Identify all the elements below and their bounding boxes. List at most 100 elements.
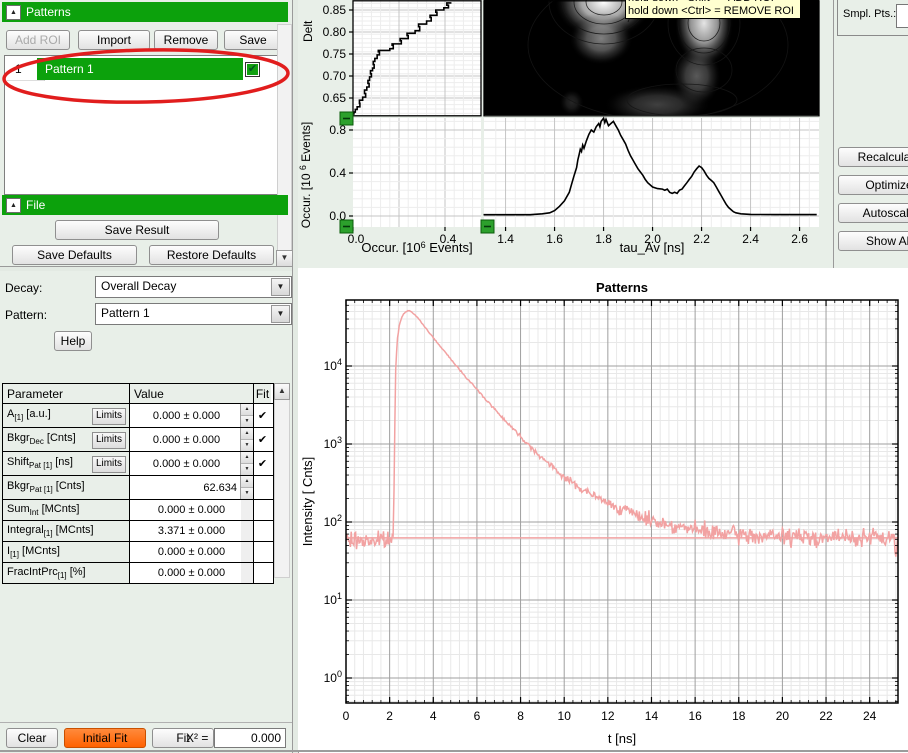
chevron-down-icon[interactable]: ▼	[271, 278, 290, 296]
pattern-combobox[interactable]: Pattern 1 ▼	[95, 303, 292, 325]
fit-checkbox[interactable]: ✔	[254, 452, 271, 475]
right-control-panel: Smpl. Pts.: Recalculate Optimize Autoscale…	[833, 0, 908, 268]
restore-defaults-button[interactable]: Restore Defaults	[149, 245, 274, 265]
decay-combobox-value: Overall Decay	[101, 279, 176, 293]
scroll-up-icon[interactable]: ▲	[274, 383, 290, 400]
recalculate-button[interactable]: Recalculate	[838, 147, 908, 167]
save-result-button[interactable]: Save Result	[55, 220, 219, 240]
smpl-pts-groupbox: Smpl. Pts.:	[837, 0, 908, 36]
pattern-row-name[interactable]: Pattern 1	[37, 58, 243, 80]
add-roi-button[interactable]: Add ROI	[6, 30, 70, 50]
x-tick-label: 24	[863, 709, 877, 723]
fit-checkbox[interactable]	[254, 500, 271, 520]
show-all-button[interactable]: Show All	[838, 231, 908, 251]
patterns-section-header[interactable]: ▲ Patterns	[2, 2, 288, 22]
decay-chart-svg[interactable]: 024681012141618202224104103102101100Patt…	[298, 268, 908, 751]
scroll-down-icon[interactable]: ▼	[276, 250, 293, 267]
delta-tick-label: 0.65	[323, 91, 347, 105]
param-value[interactable]: 0.000 ± 0.000	[130, 500, 254, 520]
collapse-up-icon[interactable]: ▲	[6, 198, 21, 213]
param-value[interactable]: 0.000 ± 0.000▲▼	[130, 428, 254, 451]
table-header-parameter: Parameter	[3, 384, 130, 403]
divider	[0, 722, 292, 723]
smpl-pts-input[interactable]	[896, 4, 908, 28]
range-handle[interactable]	[340, 220, 353, 233]
param-row-4: SumInt [MCnts]0.000 ± 0.000	[3, 499, 273, 520]
range-handle[interactable]	[340, 112, 353, 125]
param-value[interactable]: 62.634▲▼	[130, 476, 254, 499]
limits-button[interactable]: Limits	[92, 456, 126, 473]
smpl-pts-label: Smpl. Pts.:	[843, 8, 896, 20]
table-scrollbar[interactable]	[274, 383, 290, 578]
y-tick-label: 103	[324, 435, 342, 451]
help-button[interactable]: Help	[54, 331, 92, 351]
decay-combobox[interactable]: Overall Decay ▼	[95, 276, 292, 298]
delta-tick-label: 0.80	[323, 25, 347, 39]
fit-checkbox[interactable]	[254, 476, 271, 499]
param-name: A[1] [a.u.]Limits	[3, 404, 130, 427]
optimize-button[interactable]: Optimize	[838, 175, 908, 195]
save-defaults-button[interactable]: Save Defaults	[12, 245, 137, 265]
tau-tick-label: 1.8	[595, 232, 612, 246]
param-row-1: BkgrDec [Cnts]Limits0.000 ± 0.000▲▼✔	[3, 427, 273, 451]
pattern-label: Pattern:	[5, 308, 47, 322]
x-tick-label: 10	[558, 709, 572, 723]
tau-tick-label: 1.6	[546, 232, 563, 246]
pattern-combobox-value: Pattern 1	[101, 306, 150, 320]
clear-button[interactable]: Clear	[6, 728, 58, 748]
corner-plot-svg[interactable]: 0.850.800.750.700.650.80.40.00.00.41.41.…	[298, 0, 833, 268]
param-row-6: I[1] [MCnts]0.000 ± 0.000	[3, 541, 273, 562]
pattern-list-row[interactable]: 1 Pattern 1 ✔	[5, 58, 278, 81]
tooltip-line-2: hold down <Ctrl> = REMOVE ROI	[628, 5, 798, 18]
limits-button[interactable]: Limits	[92, 408, 126, 425]
param-name: ShiftPat [1] [ns]Limits	[3, 452, 130, 475]
tau-delta-corner-plots: 0.850.800.750.700.650.80.40.00.00.41.41.…	[298, 0, 833, 268]
x-tick-label: 20	[776, 709, 790, 723]
param-name: I[1] [MCnts]	[3, 542, 130, 562]
value-spinner[interactable]: ▲▼	[240, 428, 253, 451]
param-value[interactable]: 3.371 ± 0.000	[130, 521, 254, 541]
parameter-table: ParameterValueFitA[1] [a.u.]Limits0.000 …	[2, 383, 274, 584]
param-row-7: FracIntPrc[1] [%]0.000 ± 0.000	[3, 562, 273, 583]
tau-tick-label: 2.2	[693, 232, 710, 246]
tau-axis-title: tau_Av [ns]	[620, 240, 685, 255]
y-axis-label: Intensity [ Cnts]	[300, 457, 315, 547]
initial-fit-button[interactable]: Initial Fit	[64, 728, 146, 748]
limits-button[interactable]: Limits	[92, 432, 126, 449]
fit-controls-panel: Decay: Overall Decay ▼ Pattern: Pattern …	[0, 271, 292, 753]
range-handle[interactable]	[481, 220, 494, 233]
param-value[interactable]: 0.000 ± 0.000▲▼	[130, 452, 254, 475]
table-header-value: Value	[130, 384, 254, 403]
autoscale-button[interactable]: Autoscale	[838, 203, 908, 223]
fit-checkbox[interactable]	[254, 563, 271, 583]
patterns-scrollbar[interactable]	[277, 24, 292, 267]
param-value[interactable]: 0.000 ± 0.000	[130, 563, 254, 583]
remove-button[interactable]: Remove	[154, 30, 218, 50]
fit-checkbox[interactable]: ✔	[254, 404, 271, 427]
fit-checkbox[interactable]	[254, 521, 271, 541]
tau-tick-label: 2.4	[742, 232, 759, 246]
param-name: SumInt [MCnts]	[3, 500, 130, 520]
fit-checkbox[interactable]	[254, 542, 271, 562]
value-spinner[interactable]: ▲▼	[240, 476, 253, 499]
value-spinner[interactable]: ▲▼	[240, 404, 253, 427]
import-button[interactable]: Import	[78, 30, 150, 50]
param-row-3: BkgrPat [1] [Cnts]62.634▲▼	[3, 475, 273, 499]
delta-tick-label: 0.85	[323, 3, 347, 17]
save-button[interactable]: Save	[224, 30, 282, 50]
param-name: BkgrDec [Cnts]Limits	[3, 428, 130, 451]
x-tick-label: 6	[474, 709, 481, 723]
param-value[interactable]: 0.000 ± 0.000▲▼	[130, 404, 254, 427]
spinner-placeholder	[241, 563, 253, 583]
fit-checkbox[interactable]: ✔	[254, 428, 271, 451]
pattern-checkbox[interactable]: ✔	[245, 62, 260, 77]
occur-axis-title: Occur. [106 Events]	[361, 240, 472, 255]
chi2-label: X² =	[186, 731, 208, 745]
pattern-list[interactable]: 1 Pattern 1 ✔	[4, 55, 279, 195]
param-value[interactable]: 0.000 ± 0.000	[130, 542, 254, 562]
file-section-header[interactable]: ▲ File	[2, 195, 288, 215]
collapse-up-icon[interactable]: ▲	[6, 5, 21, 20]
chevron-down-icon[interactable]: ▼	[271, 305, 290, 323]
value-spinner[interactable]: ▲▼	[240, 452, 253, 475]
x-tick-label: 18	[732, 709, 746, 723]
